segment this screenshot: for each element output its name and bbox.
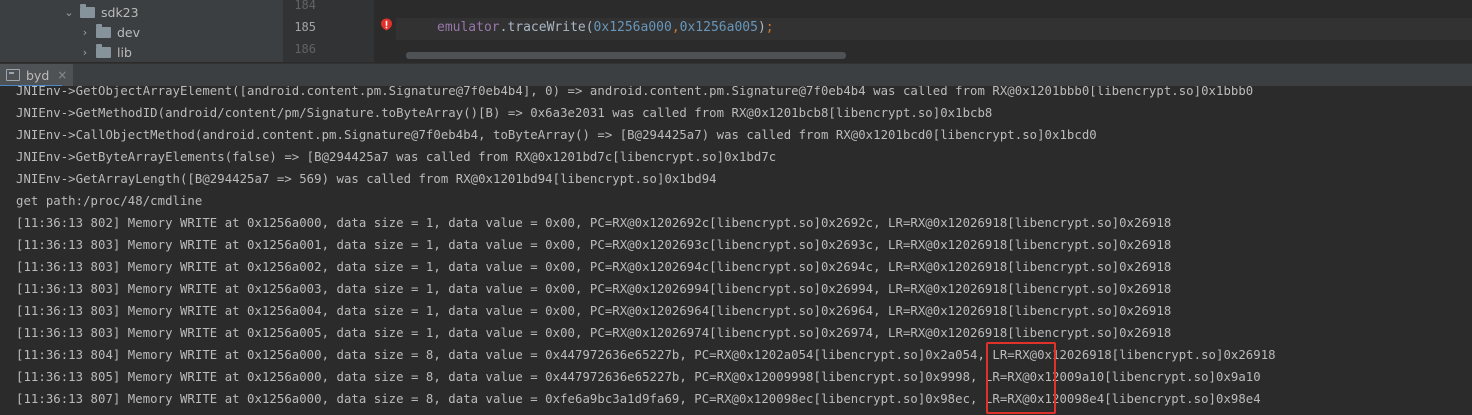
console-line: [11:36:13 807] Memory WRITE at 0x1256a00… [16, 392, 1261, 406]
tree-item-label: sdk23 [101, 4, 139, 20]
run-tool-window-header: byd × [0, 63, 1472, 87]
code-arg-1: 0x1256a000 [593, 20, 672, 35]
chevron-right-icon[interactable]: › [78, 26, 92, 39]
chevron-right-icon[interactable]: › [78, 46, 92, 59]
tree-item-label: lib [117, 44, 132, 60]
console-line: JNIEnv->GetObjectArrayElement([android.c… [16, 86, 1254, 98]
highlight-box [986, 342, 1056, 414]
line-number: 184 [294, 0, 316, 12]
folder-icon [96, 23, 111, 38]
tree-item-label: dev [117, 24, 141, 40]
console-line: [11:36:13 804] Memory WRITE at 0x1256a00… [16, 348, 1276, 362]
line-number-gutter: 184 185 186 [284, 0, 374, 62]
line-number: 185 [294, 20, 316, 34]
run-tab-byd[interactable]: byd × [0, 64, 74, 87]
code-line-185[interactable]: emulator.traceWrite(0x1256a000,0x1256a00… [437, 20, 774, 35]
console-line: [11:36:13 805] Memory WRITE at 0x1256a00… [16, 370, 1261, 384]
console-line: JNIEnv->GetArrayLength([B@294425a7 => 56… [16, 172, 717, 186]
console-icon [6, 69, 20, 81]
close-icon[interactable]: × [57, 68, 67, 82]
run-tab-label: byd [26, 67, 50, 83]
tree-item-dev[interactable]: › dev [78, 22, 140, 42]
code-close-paren: ) [757, 20, 766, 35]
console-line: [11:36:13 803] Memory WRITE at 0x1256a00… [16, 282, 1172, 296]
chevron-down-icon[interactable]: ⌄ [62, 6, 76, 19]
editor-area: ⌄ sdk23 › dev › lib 184 185 186 emulator… [0, 0, 1472, 62]
console-line: [11:36:13 803] Memory WRITE at 0x1256a00… [16, 260, 1172, 274]
code-object: emulator [437, 20, 500, 35]
code-method: .traceWrite( [499, 20, 594, 35]
console-line: JNIEnv->GetByteArrayElements(false) => [… [16, 150, 777, 164]
tree-item-lib[interactable]: › lib [78, 42, 132, 62]
code-semicolon: ; [765, 20, 774, 35]
console-line: [11:36:13 803] Memory WRITE at 0x1256a00… [16, 304, 1172, 318]
horizontal-scrollbar[interactable] [406, 52, 846, 59]
console-output[interactable]: JNIEnv->GetObjectArrayElement([android.c… [0, 86, 1472, 415]
code-comma: , [671, 20, 680, 35]
console-line: [11:36:13 803] Memory WRITE at 0x1256a00… [16, 238, 1172, 252]
console-line: [11:36:13 803] Memory WRITE at 0x1256a00… [16, 326, 1172, 340]
breakpoint-warning-icon[interactable] [380, 18, 393, 31]
folder-icon [96, 43, 111, 58]
project-tree: ⌄ sdk23 › dev › lib [0, 0, 284, 62]
console-line: get path:/proc/48/cmdline [16, 194, 203, 208]
console-line: [11:36:13 802] Memory WRITE at 0x1256a00… [16, 216, 1172, 230]
folder-icon [80, 3, 95, 18]
code-arg-2: 0x1256a005 [679, 20, 758, 35]
console-line: JNIEnv->CallObjectMethod(android.content… [16, 128, 1097, 142]
line-number: 186 [294, 42, 316, 56]
tree-item-sdk23[interactable]: ⌄ sdk23 [62, 2, 139, 22]
console-line: JNIEnv->GetMethodID(android/content/pm/S… [16, 106, 993, 120]
